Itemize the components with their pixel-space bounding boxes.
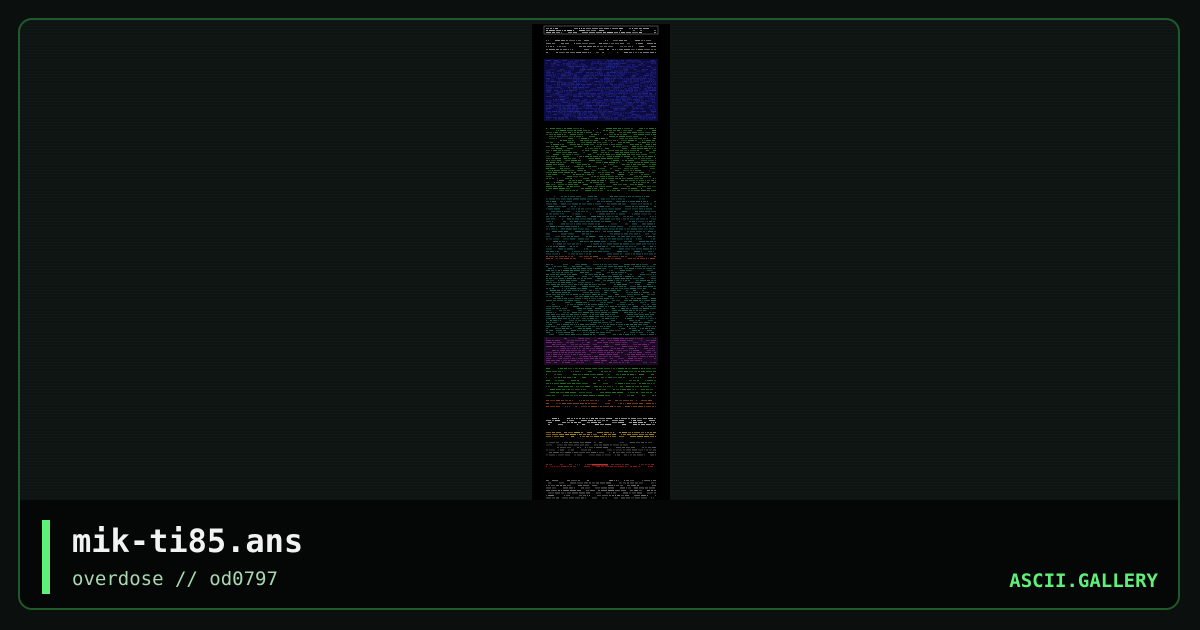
preview-card: mik-ti85.ans overdose // od0797 ASCII.GA… <box>18 18 1180 610</box>
ansi-art-thumbnail[interactable] <box>532 24 670 502</box>
site-brand[interactable]: ASCII.GALLERY <box>1009 570 1158 592</box>
artwork-title: mik-ti85.ans <box>72 522 304 560</box>
ansi-art-image <box>543 25 659 501</box>
info-bar: mik-ti85.ans overdose // od0797 ASCII.GA… <box>20 500 1178 608</box>
accent-bar <box>42 520 50 594</box>
artwork-pack: overdose // od0797 <box>72 568 278 590</box>
